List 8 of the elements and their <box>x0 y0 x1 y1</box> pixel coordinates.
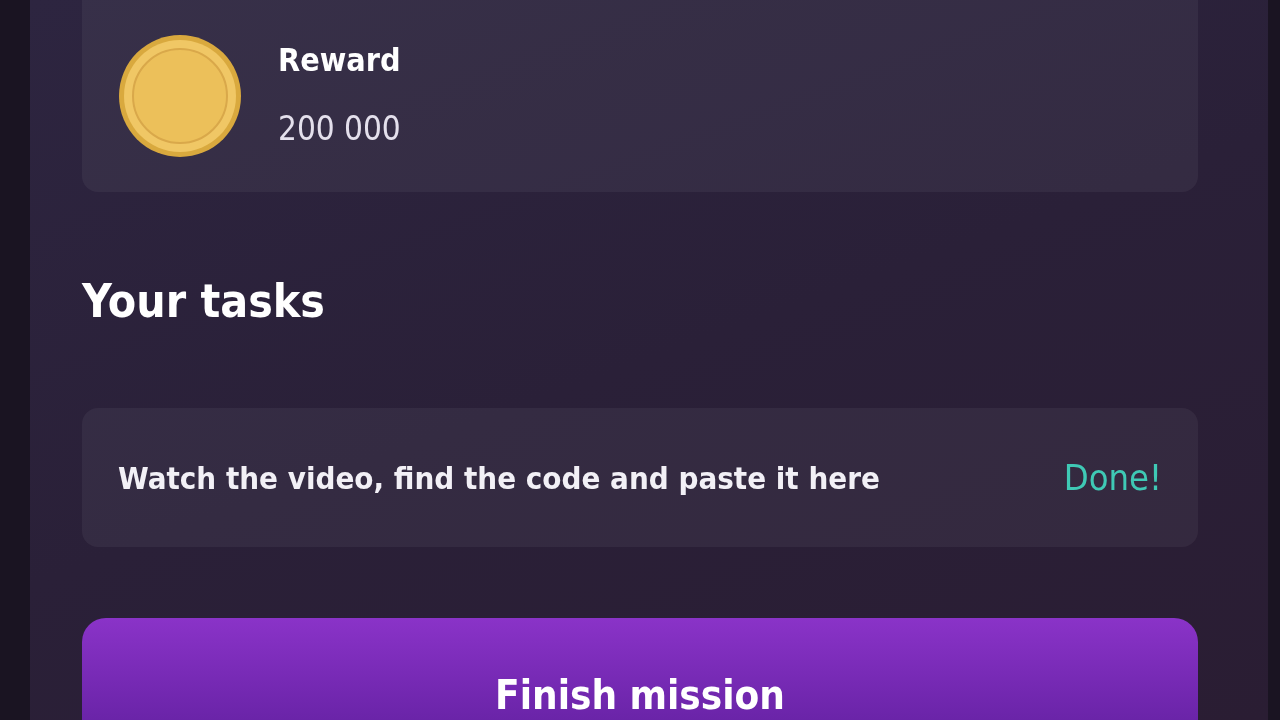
coin-icon <box>118 34 242 159</box>
tasks-heading: Your tasks <box>82 274 326 329</box>
reward-amount: 200 000 <box>278 108 401 148</box>
finish-button[interactable]: Finish mission <box>82 618 1198 720</box>
reward-label: Reward <box>278 40 401 79</box>
task-card[interactable]: Watch the video, find the code and paste it here Done! <box>82 408 1198 548</box>
task-status: Done! <box>1063 457 1162 499</box>
task-text: Watch the video, find the code and paste it here <box>118 459 880 496</box>
